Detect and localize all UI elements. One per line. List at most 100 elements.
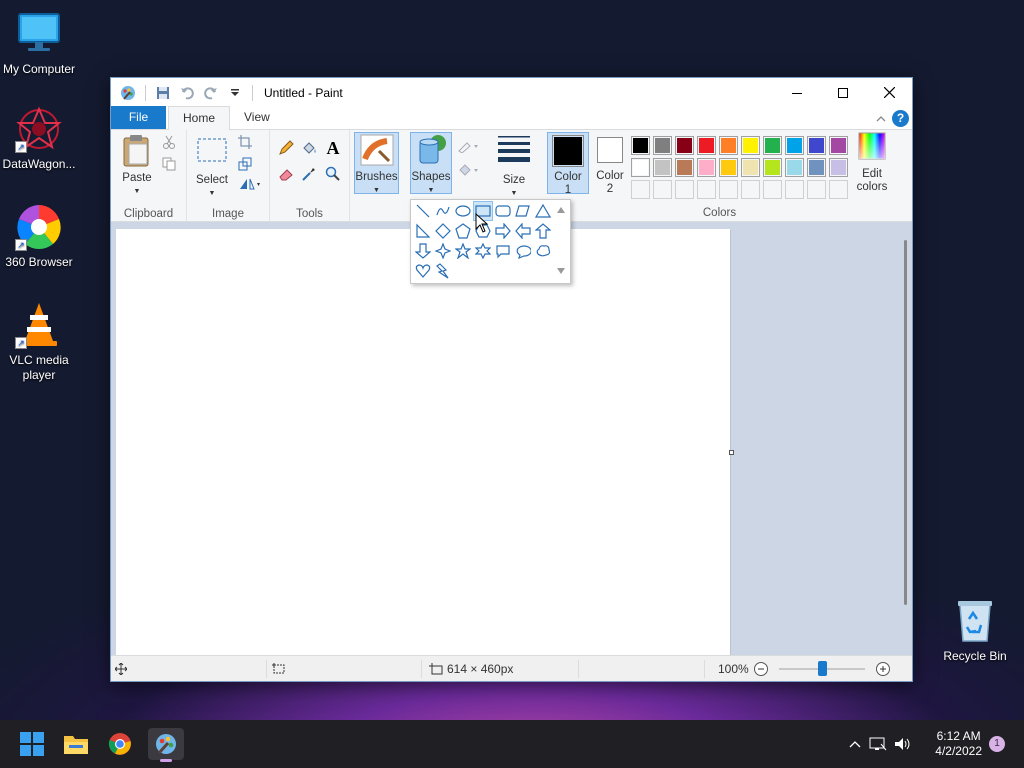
cloud-callout-shape-icon[interactable]: [533, 241, 553, 261]
palette-swatch[interactable]: [763, 158, 782, 177]
custom-color-slot[interactable]: [763, 180, 782, 199]
zoom-slider-thumb[interactable]: [818, 661, 827, 676]
rounded-rectangle-shape-icon[interactable]: [493, 201, 513, 221]
heart-shape-icon[interactable]: [413, 261, 433, 281]
desktop-icon-datawagon[interactable]: ↗ DataWagon...: [0, 105, 78, 172]
palette-swatch[interactable]: [631, 158, 650, 177]
four-point-star-shape-icon[interactable]: [433, 241, 453, 261]
custom-color-slot[interactable]: [631, 180, 650, 199]
palette-swatch[interactable]: [807, 158, 826, 177]
custom-color-slot[interactable]: [719, 180, 738, 199]
rotate-icon[interactable]: [235, 174, 265, 194]
shapes-button[interactable]: Shapes ▼: [410, 132, 452, 194]
paint-app-icon[interactable]: [118, 83, 138, 103]
triangle-shape-icon[interactable]: [533, 201, 553, 221]
undo-icon[interactable]: [177, 83, 197, 103]
eraser-icon[interactable]: [276, 164, 296, 184]
custom-color-slot[interactable]: [785, 180, 804, 199]
palette-swatch[interactable]: [675, 136, 694, 155]
crop-icon[interactable]: [235, 132, 255, 152]
palette-swatch[interactable]: [719, 136, 738, 155]
select-button[interactable]: Select ▼: [193, 134, 231, 200]
palette-swatch[interactable]: [829, 158, 848, 177]
custom-color-slot[interactable]: [741, 180, 760, 199]
customize-toolbar-icon[interactable]: [225, 83, 245, 103]
palette-swatch[interactable]: [697, 136, 716, 155]
magnifier-icon[interactable]: [323, 164, 343, 184]
palette-swatch[interactable]: [653, 158, 672, 177]
start-button[interactable]: [16, 728, 48, 760]
edit-colors-button[interactable]: Edit colors: [854, 132, 890, 194]
desktop-icon-my-computer[interactable]: My Computer: [0, 10, 78, 77]
notification-badge[interactable]: 1: [989, 736, 1005, 752]
chevron-up-icon[interactable]: [845, 740, 865, 748]
drawing-canvas[interactable]: [116, 229, 730, 658]
text-tool-icon[interactable]: A: [323, 138, 343, 158]
palette-swatch[interactable]: [807, 136, 826, 155]
palette-swatch[interactable]: [763, 136, 782, 155]
oval-shape-icon[interactable]: [453, 201, 473, 221]
maximize-button[interactable]: [820, 78, 866, 107]
rounded-callout-shape-icon[interactable]: [493, 241, 513, 261]
zoom-out-button[interactable]: [753, 656, 769, 681]
six-point-star-shape-icon[interactable]: [473, 241, 493, 261]
zoom-in-button[interactable]: [875, 656, 891, 681]
palette-swatch[interactable]: [675, 158, 694, 177]
tab-home[interactable]: Home: [168, 106, 231, 130]
down-arrow-shape-icon[interactable]: [413, 241, 433, 261]
palette-swatch[interactable]: [785, 158, 804, 177]
gallery-scroll-down-icon[interactable]: [553, 263, 569, 279]
oval-callout-shape-icon[interactable]: [513, 241, 533, 261]
redo-icon[interactable]: [201, 83, 221, 103]
palette-swatch[interactable]: [741, 136, 760, 155]
diamond-shape-icon[interactable]: [433, 221, 453, 241]
right-triangle-shape-icon[interactable]: [413, 221, 433, 241]
paste-button[interactable]: Paste ▼: [119, 134, 155, 198]
custom-color-slot[interactable]: [675, 180, 694, 199]
copy-icon[interactable]: [159, 154, 179, 174]
custom-color-slot[interactable]: [653, 180, 672, 199]
palette-swatch[interactable]: [785, 136, 804, 155]
lightning-shape-icon[interactable]: [433, 261, 453, 281]
line-shape-icon[interactable]: [413, 201, 433, 221]
desktop-icon-360-browser[interactable]: ↗ 360 Browser: [0, 203, 78, 270]
polygon-shape-icon[interactable]: [513, 201, 533, 221]
left-arrow-shape-icon[interactable]: [513, 221, 533, 241]
palette-swatch[interactable]: [697, 158, 716, 177]
pencil-icon[interactable]: [276, 138, 296, 158]
custom-color-slot[interactable]: [697, 180, 716, 199]
resize-icon[interactable]: [235, 154, 255, 174]
close-button[interactable]: [866, 78, 912, 107]
volume-icon[interactable]: [891, 736, 915, 752]
up-arrow-shape-icon[interactable]: [533, 221, 553, 241]
paint-taskbar-icon[interactable]: [148, 728, 184, 762]
gallery-scroll-up-icon[interactable]: [553, 202, 569, 218]
clock[interactable]: 6:12 AM 4/2/2022: [935, 729, 982, 759]
save-icon[interactable]: [153, 83, 173, 103]
cut-icon[interactable]: [159, 132, 179, 152]
palette-swatch[interactable]: [829, 136, 848, 155]
palette-swatch[interactable]: [631, 136, 650, 155]
custom-color-slot[interactable]: [807, 180, 826, 199]
zoom-slider[interactable]: [779, 656, 865, 681]
palette-swatch[interactable]: [653, 136, 672, 155]
desktop-icon-vlc[interactable]: ↗ VLC media player: [0, 301, 78, 383]
five-point-star-shape-icon[interactable]: [453, 241, 473, 261]
right-arrow-shape-icon[interactable]: [493, 221, 513, 241]
fill-icon[interactable]: [455, 160, 481, 180]
palette-swatch[interactable]: [719, 158, 738, 177]
tab-view[interactable]: View: [230, 106, 284, 129]
outline-icon[interactable]: [455, 136, 481, 156]
brushes-button[interactable]: Brushes ▼: [354, 132, 399, 194]
minimize-button[interactable]: [774, 78, 820, 107]
vertical-scrollbar[interactable]: [904, 240, 907, 605]
palette-swatch[interactable]: [741, 158, 760, 177]
title-bar[interactable]: Untitled - Paint: [111, 78, 912, 107]
resize-handle-right[interactable]: [729, 450, 734, 455]
desktop-icon-recycle-bin[interactable]: Recycle Bin: [936, 597, 1014, 664]
fill-bucket-icon[interactable]: [299, 138, 319, 158]
pentagon-shape-icon[interactable]: [453, 221, 473, 241]
file-explorer-icon[interactable]: [60, 728, 92, 760]
custom-color-slot[interactable]: [829, 180, 848, 199]
network-icon[interactable]: [865, 736, 891, 752]
